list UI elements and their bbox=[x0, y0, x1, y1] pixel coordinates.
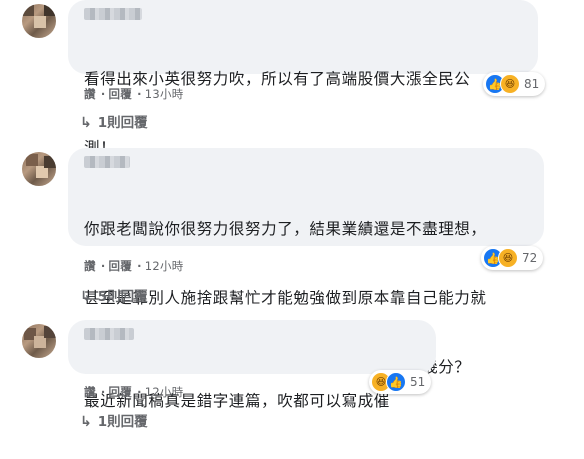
comment-bubble: 最近新聞稿真是錯字連篇，吹都可以寫成催 bbox=[68, 320, 436, 410]
comment-text: 最近新聞稿真是錯字連篇，吹都可以寫成催 bbox=[84, 392, 390, 410]
like-button[interactable]: 讚 bbox=[84, 259, 96, 273]
view-replies-link[interactable]: ↳ 1則回覆 bbox=[80, 410, 148, 430]
reply-button[interactable]: 回覆 bbox=[108, 87, 132, 101]
reaction-count: 72 bbox=[522, 251, 538, 265]
like-button[interactable]: 讚 bbox=[84, 385, 96, 399]
avatar[interactable] bbox=[22, 4, 56, 38]
timestamp[interactable]: 12小時 bbox=[145, 385, 184, 399]
comment-bubble: 看得出來小英很努力吹，所以有了高端股價大漲全民公 測！ bbox=[68, 0, 538, 157]
comment-actions: 讚 · 回覆 · 12小時 bbox=[84, 259, 184, 273]
timestamp[interactable]: 12小時 bbox=[145, 259, 184, 273]
haha-icon: 😆 bbox=[498, 248, 518, 268]
reply-arrow-icon: ↳ bbox=[80, 414, 92, 430]
avatar[interactable] bbox=[22, 152, 56, 186]
reaction-count: 81 bbox=[524, 77, 540, 91]
reply-button[interactable]: 回覆 bbox=[108, 259, 132, 273]
haha-icon: 😆 bbox=[500, 74, 520, 94]
like-icon: 👍 bbox=[386, 372, 406, 392]
timestamp[interactable]: 13小時 bbox=[145, 87, 184, 101]
reaction-summary[interactable]: 👍 😆 72 bbox=[481, 246, 544, 270]
reply-button[interactable]: 回覆 bbox=[108, 385, 132, 399]
reaction-count: 51 bbox=[410, 375, 426, 389]
avatar[interactable] bbox=[22, 324, 56, 358]
commenter-name-blurred[interactable] bbox=[84, 328, 134, 340]
view-replies-link[interactable]: ↳ 1則回覆 bbox=[80, 111, 148, 131]
reaction-summary[interactable]: 👍 😆 81 bbox=[483, 72, 546, 96]
view-replies-link[interactable]: ↳ 5則回覆 bbox=[80, 285, 148, 305]
like-button[interactable]: 讚 bbox=[84, 87, 96, 101]
commenter-name-blurred[interactable] bbox=[84, 156, 130, 168]
comment-bubble: 你跟老闆說你很努力很努力了，結果業績還是不盡理想， 甚至是靠別人施捨跟幫忙才能勉… bbox=[68, 148, 544, 376]
commenter-name-blurred[interactable] bbox=[84, 8, 142, 20]
reaction-summary[interactable]: 😆 👍 51 bbox=[369, 370, 432, 394]
comment-actions: 讚 · 回覆 · 12小時 bbox=[84, 385, 184, 399]
reply-arrow-icon: ↳ bbox=[80, 115, 92, 131]
reply-arrow-icon: ↳ bbox=[80, 289, 92, 305]
comment-actions: 讚 · 回覆 · 13小時 bbox=[84, 87, 184, 101]
